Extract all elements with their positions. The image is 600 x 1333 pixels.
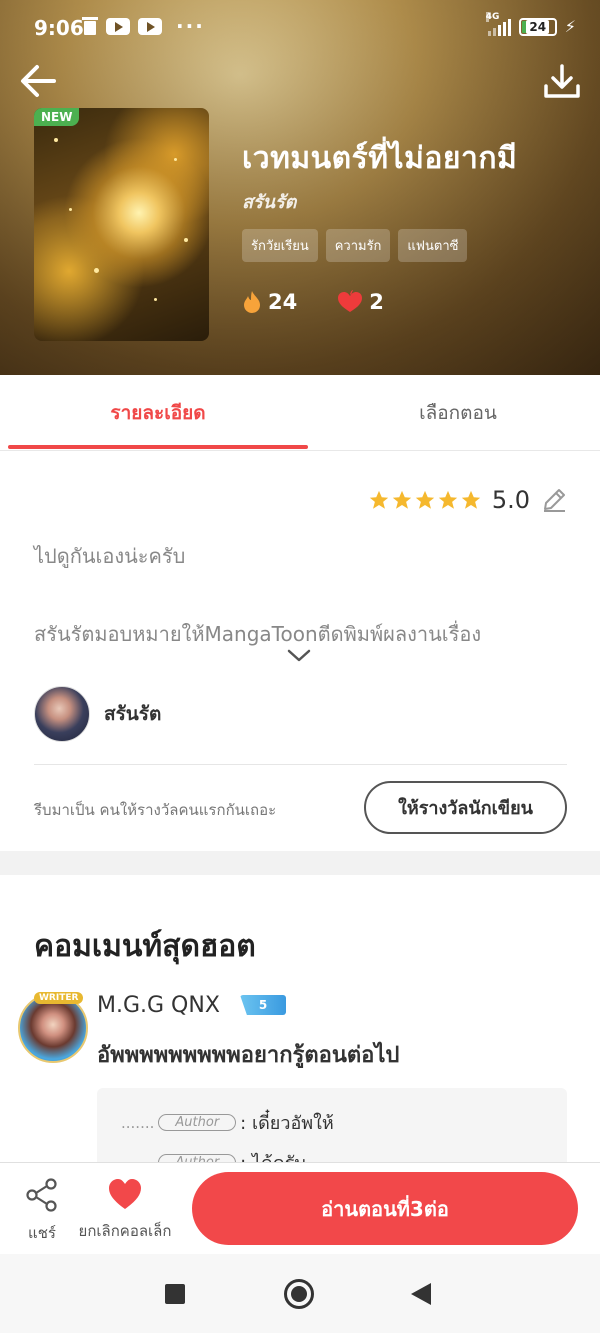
share-button[interactable]: แชร์ bbox=[22, 1177, 62, 1245]
home-icon[interactable] bbox=[284, 1279, 314, 1309]
book-cover[interactable] bbox=[34, 108, 209, 341]
share-label: แชร์ bbox=[28, 1224, 56, 1242]
youtube-icon bbox=[106, 17, 130, 35]
fire-stat: 24 bbox=[242, 290, 297, 314]
heart-count: 2 bbox=[369, 290, 384, 314]
more-notifications-icon: ··· bbox=[176, 14, 205, 38]
tab-bar: รายละเอียด เลือกตอน bbox=[0, 375, 600, 451]
divider bbox=[34, 764, 567, 765]
uncollect-label: ยกเลิกคอลเล็ก bbox=[78, 1222, 172, 1240]
writer-badge: WRITER bbox=[34, 992, 84, 1004]
hot-comments-title: คอมเมนท์สุดฮอต bbox=[34, 929, 256, 964]
status-time: 9:06 bbox=[34, 16, 84, 40]
book-stats: 24 2 bbox=[242, 290, 384, 314]
rating-stars bbox=[368, 489, 482, 511]
heart-icon bbox=[109, 1179, 141, 1209]
level-badge: 5 bbox=[240, 995, 286, 1015]
share-icon bbox=[26, 1178, 57, 1212]
tab-episodes[interactable]: เลือกตอน bbox=[308, 375, 600, 451]
network-type: 4G bbox=[485, 11, 500, 22]
system-nav-bar bbox=[0, 1254, 600, 1333]
battery-icon: 24 bbox=[518, 17, 557, 36]
active-tab-indicator bbox=[8, 445, 308, 449]
bottom-action-bar: แชร์ ยกเลิกคอลเล็ก อ่านตอนที่3ต่อ bbox=[0, 1162, 600, 1254]
recents-icon[interactable] bbox=[165, 1284, 185, 1304]
uncollect-button[interactable]: ยกเลิกคอลเล็ก bbox=[70, 1177, 180, 1243]
battery-level: 24 bbox=[526, 19, 550, 34]
trash-icon bbox=[82, 16, 98, 36]
author-profile[interactable]: สรันรัต bbox=[34, 686, 161, 742]
book-description: ไปดูกันเองน่ะครับ bbox=[34, 544, 186, 568]
avatar bbox=[34, 686, 90, 742]
continue-reading-button[interactable]: อ่านตอนที่3ต่อ bbox=[192, 1172, 578, 1245]
book-summary: สรันรัตมอบหมายให้MangaToonตีดพิมพ์ผลงานเ… bbox=[34, 622, 482, 646]
tab-details[interactable]: รายละเอียด bbox=[8, 375, 308, 451]
reply-item: ....... Author : เดี๋ยวอัพให้ bbox=[121, 1108, 334, 1137]
book-title: เวทมนตร์ที่ไม่อยากมี bbox=[242, 141, 518, 176]
charging-icon: ⚡ bbox=[564, 17, 576, 36]
genre-tag[interactable]: แฟนตาซี bbox=[398, 229, 468, 262]
chevron-down-icon[interactable] bbox=[286, 648, 312, 664]
signal-icon: 4G bbox=[485, 11, 511, 36]
genre-tags: รักวัยเรียน ความรัก แฟนตาซี bbox=[242, 229, 468, 262]
fire-count: 24 bbox=[268, 290, 298, 314]
pencil-icon[interactable] bbox=[540, 486, 568, 514]
rating[interactable]: 5.0 bbox=[368, 486, 568, 514]
star-icon bbox=[369, 490, 388, 509]
genre-tag[interactable]: ความรัก bbox=[325, 229, 391, 262]
book-author[interactable]: สรันรัต bbox=[242, 187, 296, 216]
system-status: 4G 24 ⚡ bbox=[485, 11, 576, 36]
new-badge: NEW bbox=[34, 108, 80, 126]
youtube-icon bbox=[138, 17, 162, 35]
heart-stat: 2 bbox=[337, 290, 384, 314]
comment-text: อัพพพพพพพพพอยากรู้ตอนต่อไป bbox=[97, 1043, 400, 1068]
author-name: สรันรัต bbox=[104, 703, 162, 725]
reply-user: ....... bbox=[121, 1113, 155, 1132]
reward-author-button[interactable]: ให้รางวัลนักเขียน bbox=[364, 781, 567, 834]
notification-icons: ··· bbox=[82, 16, 205, 36]
back-arrow-icon[interactable] bbox=[18, 62, 60, 100]
reply-text: : เดี๋ยวอัพให้ bbox=[240, 1113, 334, 1134]
reward-prompt: รีบมาเป็น คนให้รางวัลคนแรกกันเถอะ bbox=[34, 801, 277, 819]
back-icon[interactable] bbox=[411, 1283, 431, 1305]
star-icon bbox=[461, 490, 480, 509]
author-pill: Author bbox=[158, 1114, 237, 1131]
star-icon bbox=[392, 490, 411, 509]
rating-value: 5.0 bbox=[491, 486, 530, 514]
star-icon bbox=[438, 490, 457, 509]
star-icon bbox=[415, 490, 434, 509]
status-bar: 9:06 ··· 4G 24 ⚡ bbox=[0, 0, 600, 58]
fire-icon bbox=[244, 291, 260, 313]
section-gap bbox=[0, 851, 600, 875]
flame-heart-icon bbox=[338, 290, 363, 312]
download-icon[interactable] bbox=[542, 62, 582, 102]
genre-tag[interactable]: รักวัยเรียน bbox=[242, 229, 318, 262]
book-header: 9:06 ··· 4G 24 ⚡ NEW เวทมนตร์ที่ไม่อยากม… bbox=[0, 0, 600, 375]
commenter-name[interactable]: M.G.G QNX bbox=[97, 993, 220, 1018]
